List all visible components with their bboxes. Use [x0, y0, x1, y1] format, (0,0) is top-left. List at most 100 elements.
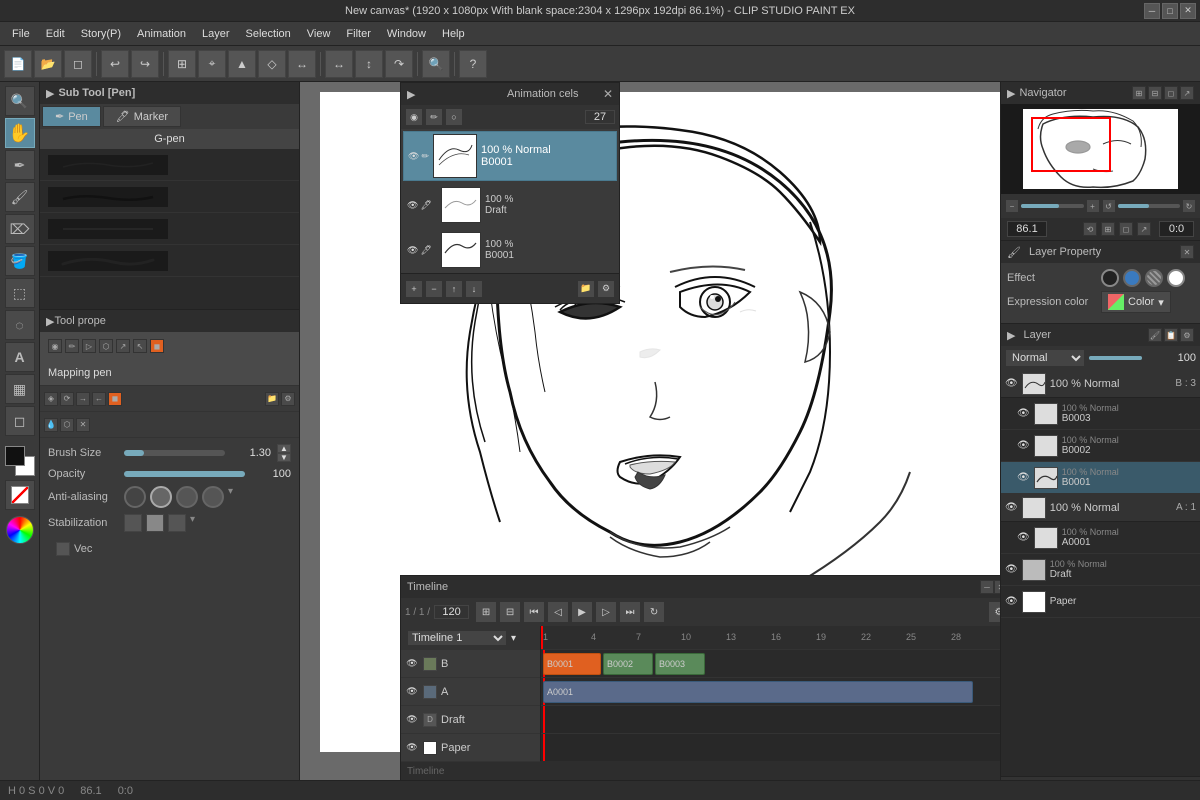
layer-opacity-slider[interactable] [1089, 356, 1142, 360]
tl-next-frame[interactable]: ⏭ [619, 601, 641, 623]
menu-view[interactable]: View [299, 26, 339, 42]
canvas-area[interactable]: ▶ Animation cels ✕ ◉ ✏ ○ 👁 ✏ [300, 82, 1000, 800]
stab-1[interactable] [124, 514, 142, 532]
timeline-frame-input[interactable] [434, 605, 469, 619]
menu-edit[interactable]: Edit [38, 26, 73, 42]
layer-a0001[interactable]: 👁 100 % Normal A0001 [1001, 522, 1200, 554]
lasso-button[interactable]: ⌖ [198, 50, 226, 78]
tl-settings[interactable]: ⚙ [988, 601, 1000, 623]
nav-zoom-slider[interactable] [1021, 204, 1084, 208]
tl-prev-frame[interactable]: ⏮ [523, 601, 545, 623]
flip-h-button[interactable]: ↔ [325, 50, 353, 78]
layer-vis-paper[interactable]: 👁 [1005, 596, 1018, 607]
tp-opt-folder[interactable]: 📁 [265, 392, 279, 406]
layer-group-a-header[interactable]: 👁 100 % Normal A : 1 [1001, 494, 1200, 522]
timeline-minimize-button[interactable]: ─ [980, 580, 994, 594]
tl-prev-cel[interactable]: ◁ [547, 601, 569, 623]
layer-b0001[interactable]: 👁 100 % Normal B0001 [1001, 462, 1200, 494]
color-dropdown-button[interactable]: Color ▾ [1101, 291, 1171, 313]
layer-vis-b0002[interactable]: 👁 [1017, 440, 1030, 451]
tp-opt-3[interactable]: → [76, 392, 90, 406]
anim-tb-1[interactable]: ◉ [405, 108, 423, 126]
zoom-select[interactable]: 🔍 [422, 50, 450, 78]
layer-paper[interactable]: 👁 Paper [1001, 586, 1200, 618]
zoom-value-input[interactable] [1007, 221, 1047, 237]
open-file-button[interactable]: 📂 [34, 50, 62, 78]
vector-checkbox[interactable] [56, 542, 70, 556]
timeline-close-button[interactable]: ✕ [994, 580, 1000, 594]
brush-size-down[interactable]: ▼ [277, 453, 291, 462]
fill-tool[interactable]: 🪣 [5, 246, 35, 276]
timeline-track-a[interactable]: 👁 A [401, 678, 540, 706]
zoom-tool[interactable]: 🔍 [5, 86, 35, 116]
brush-tool[interactable]: 🖌 [5, 182, 35, 212]
layer-vis-b0003[interactable]: 👁 [1017, 408, 1030, 419]
angle-value-input[interactable] [1159, 221, 1194, 237]
menu-story[interactable]: Story(P) [73, 26, 129, 42]
eraser-tool[interactable]: ⌦ [5, 214, 35, 244]
nav-rotate-ccw[interactable]: ↺ [1102, 199, 1116, 213]
eraser-button[interactable]: ◇ [258, 50, 286, 78]
lp-btn-1[interactable]: 🖌 [1148, 328, 1162, 342]
navigator-preview[interactable] [1001, 104, 1200, 194]
layer-vis-draft[interactable]: 👁 [1005, 564, 1018, 575]
timeline-track-paper[interactable]: 👁 Paper [401, 734, 540, 762]
tp-icon-btn-1[interactable]: ◉ [48, 339, 62, 353]
move-tool[interactable]: ✋ [5, 118, 35, 148]
brush-size-up[interactable]: ▲ [277, 444, 291, 453]
new-file-button[interactable]: 📄 [4, 50, 32, 78]
marker-tab[interactable]: 🖊 Marker [103, 106, 181, 127]
tl-next-cel[interactable]: ▷ [595, 601, 617, 623]
tp-icon-btn-7[interactable]: ◼ [150, 339, 164, 353]
nav-zoom-in[interactable]: + [1086, 199, 1100, 213]
timeline-track-b[interactable]: 👁 B [401, 650, 540, 678]
tl-play-button[interactable]: ▶ [571, 601, 593, 623]
fill-button[interactable]: ▲ [228, 50, 256, 78]
stab-2[interactable] [146, 514, 164, 532]
anim-move-down-btn[interactable]: ↓ [465, 280, 483, 298]
nav-zoom-out[interactable]: − [1005, 199, 1019, 213]
color-wheel-mini[interactable] [6, 516, 34, 544]
tp-opt-4[interactable]: ← [92, 392, 106, 406]
anim-add-btn[interactable]: + [405, 280, 423, 298]
tl-cel-a0001[interactable]: A0001 [543, 681, 973, 703]
minimize-button[interactable]: ─ [1144, 3, 1160, 19]
nav-extra-3[interactable]: ◻ [1119, 222, 1133, 236]
aa-weak[interactable] [150, 486, 172, 508]
nav-btn-2[interactable]: ⊟ [1148, 86, 1162, 100]
menu-window[interactable]: Window [379, 26, 434, 42]
anim-tb-3[interactable]: ○ [445, 108, 463, 126]
anim-folder-btn[interactable]: 📁 [577, 280, 595, 298]
effect-circle-black[interactable] [1101, 269, 1119, 287]
text-tool[interactable]: A [5, 342, 35, 372]
layer-vis-a-group[interactable]: 👁 [1005, 502, 1018, 513]
anim-item-b0001[interactable]: 👁 🖊 100 % B0001 [403, 228, 617, 272]
effect-circle-blue[interactable] [1123, 269, 1141, 287]
tl-delete-track[interactable]: ⊟ [499, 601, 521, 623]
help-button[interactable]: ? [459, 50, 487, 78]
layer-vis-b0001[interactable]: 👁 [1017, 472, 1030, 483]
timeline-name-select[interactable]: Timeline 1 [407, 630, 507, 646]
anim-move-up-btn[interactable]: ↑ [445, 280, 463, 298]
save-file-button[interactable]: ◻ [64, 50, 92, 78]
tp-opt-1[interactable]: ◈ [44, 392, 58, 406]
tl-vis-b[interactable]: 👁 [405, 657, 419, 671]
navigator-viewport-rect[interactable] [1031, 117, 1111, 172]
close-button[interactable]: ✕ [1180, 3, 1196, 19]
brush-item-4[interactable] [40, 245, 299, 277]
anim-panel-close-button[interactable]: ✕ [603, 87, 613, 101]
move-button[interactable]: ↔ [288, 50, 316, 78]
menu-filter[interactable]: Filter [338, 26, 378, 42]
undo-button[interactable]: ↩ [101, 50, 129, 78]
layer-b0003[interactable]: 👁 100 % Normal B0003 [1001, 398, 1200, 430]
anim-active-cel[interactable]: 👁 ✏ 100 % Normal B0001 [403, 131, 617, 181]
nav-extra-1[interactable]: ⟲ [1083, 222, 1097, 236]
tl-vis-draft[interactable]: 👁 [405, 713, 419, 727]
tp-opt-gear[interactable]: ⚙ [281, 392, 295, 406]
anim-tb-2[interactable]: ✏ [425, 108, 443, 126]
menu-file[interactable]: File [4, 26, 38, 42]
tp-icon-btn-5[interactable]: ↗ [116, 339, 130, 353]
tl-cel-b0002[interactable]: B0002 [603, 653, 653, 675]
tl-cel-b0001[interactable]: B0001 [543, 653, 601, 675]
timeline-track-draft-row[interactable] [541, 706, 1000, 734]
